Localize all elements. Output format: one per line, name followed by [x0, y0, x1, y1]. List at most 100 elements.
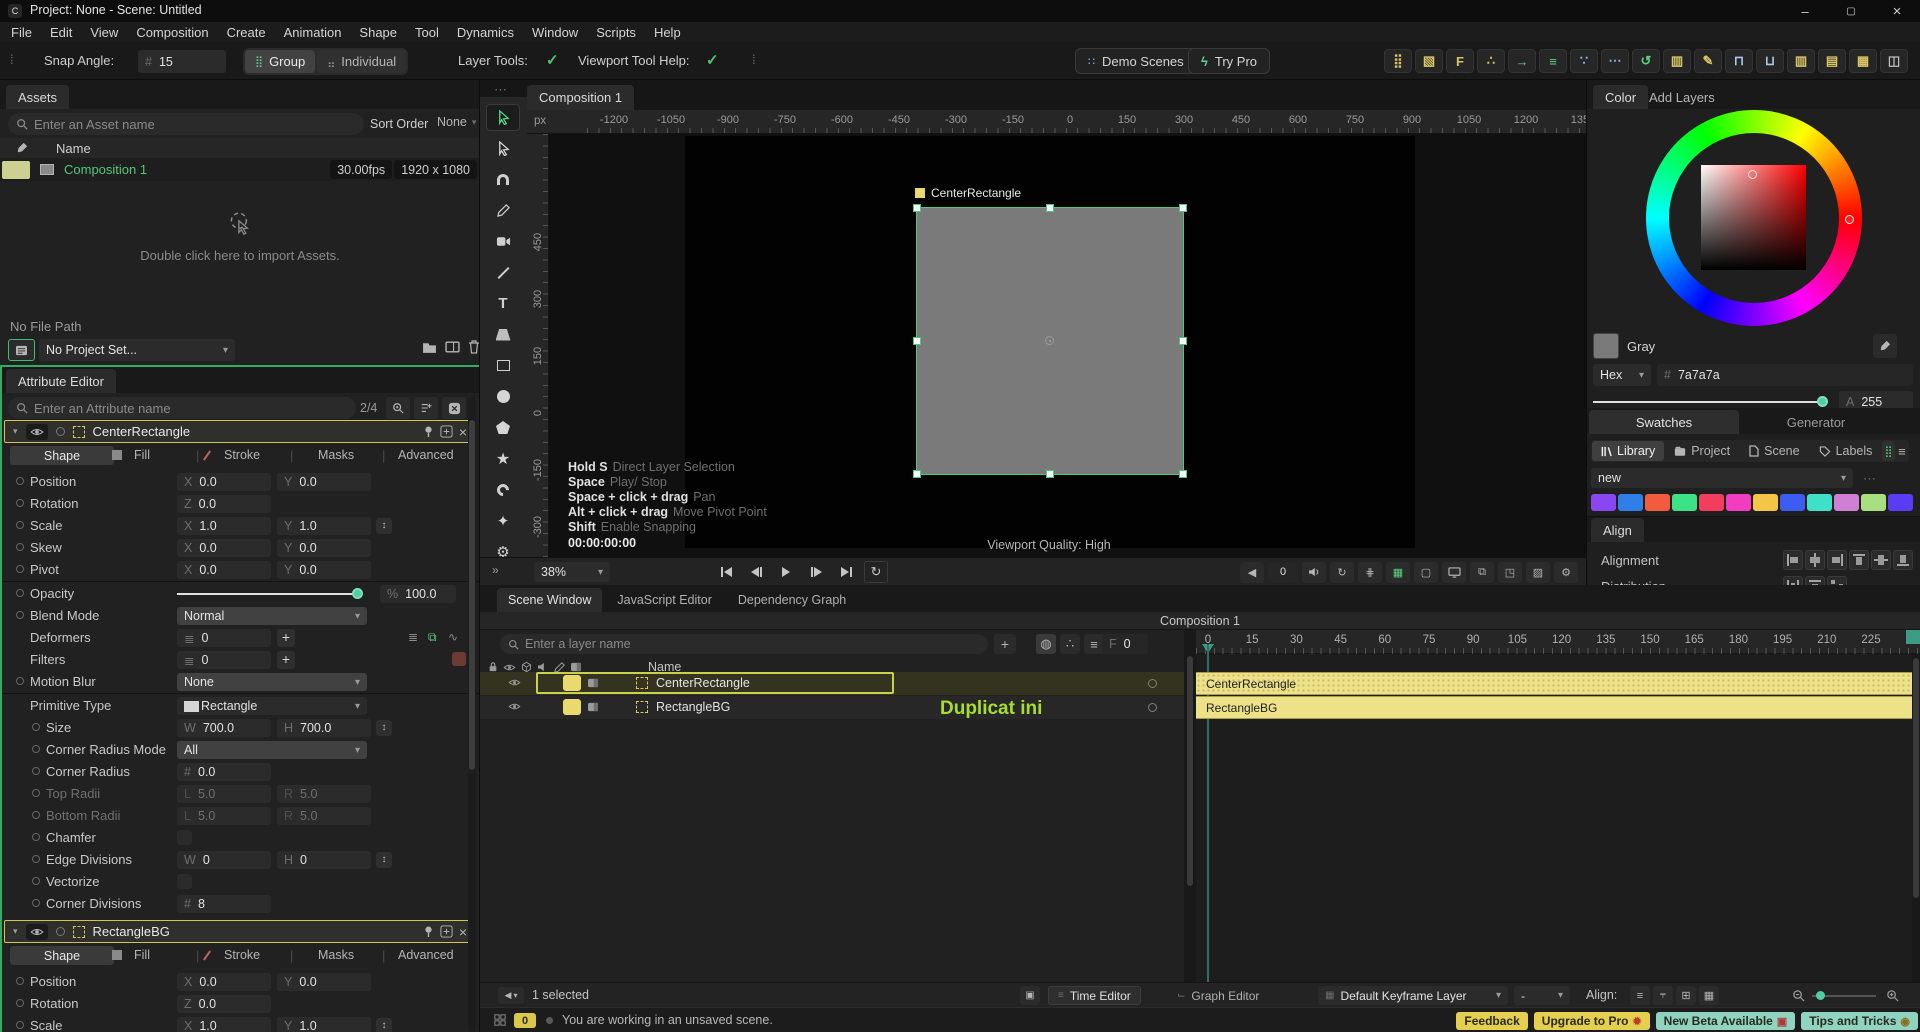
direct-select-tool[interactable] [486, 135, 520, 162]
color-mode-dropdown[interactable]: Hex▾ [1593, 364, 1651, 386]
demo-scenes-button[interactable]: ∷ Demo Scenes [1075, 48, 1197, 74]
grid-dots-icon[interactable]: ⣿ [1384, 49, 1412, 73]
text-tool[interactable]: T [486, 290, 520, 317]
deformers-add-button[interactable]: + [277, 629, 295, 647]
selection-handle[interactable] [1179, 337, 1187, 345]
export-icon[interactable]: ◳ [1498, 562, 1522, 583]
color-swatch-10[interactable] [1834, 494, 1859, 511]
asset-row-composition[interactable]: Composition 1 30.00fps 1920 x 1080 [0, 158, 480, 181]
go-to-end-button[interactable] [834, 561, 858, 583]
corner-radius-keyframe-dot[interactable] [32, 767, 40, 775]
fill-tab[interactable]: Fill [134, 948, 150, 962]
chevron-down-icon[interactable]: ▾ [13, 926, 18, 937]
align-top-button[interactable] [1849, 550, 1869, 570]
rectangle-tool[interactable] [486, 352, 520, 379]
layer-row-RectangleBG[interactable]: RectangleBG [480, 696, 1184, 719]
saturation-square[interactable] [1701, 165, 1806, 270]
keyframe-layer-dropdown[interactable]: ▦ Default Keyframe Layer ▾ [1318, 986, 1508, 1005]
corner-divisions-keyframe-dot[interactable] [32, 899, 40, 907]
ellipse-tool[interactable] [486, 383, 520, 410]
filters-count[interactable]: ≣0 [177, 651, 271, 669]
library-tab-project[interactable]: Project [1665, 441, 1739, 461]
eye-column-icon[interactable] [503, 663, 516, 672]
tips-and-tricks-button[interactable]: Tips and Tricks◉ [1801, 1012, 1918, 1030]
menu-item-view[interactable]: View [81, 25, 127, 40]
align-right-button[interactable] [1827, 550, 1847, 570]
highlight-icon[interactable]: ◍ [1036, 634, 1056, 654]
cube-icon[interactable]: ▧ [1415, 49, 1443, 73]
alpha-slider[interactable] [1593, 401, 1827, 403]
advanced-tab[interactable]: Advanced [398, 448, 454, 462]
feedback-button[interactable]: Feedback [1456, 1012, 1527, 1030]
timeline-bar-RectangleBG[interactable]: RectangleBG [1196, 696, 1920, 719]
close-button[interactable]: × [1874, 0, 1920, 22]
refresh-icon[interactable]: ↻ [1330, 562, 1354, 583]
masks-tab[interactable]: Masks [318, 948, 354, 962]
layer-visibility-icon[interactable] [508, 702, 521, 711]
zoom-out-icon[interactable] [1788, 986, 1808, 1005]
size-link-icon[interactable]: ↕ [376, 720, 392, 736]
edge-divisions-field-H[interactable]: H0 [277, 851, 371, 869]
color-swatch-4[interactable] [1672, 494, 1697, 511]
timeline-bar-CenterRectangle[interactable]: CenterRectangle [1196, 672, 1920, 695]
position-keyframe-dot[interactable] [16, 477, 24, 485]
pop-out-icon[interactable] [440, 425, 453, 438]
position-field-Y[interactable]: Y0.0 [277, 473, 371, 491]
loop-button[interactable]: ↻ [864, 561, 888, 583]
corner-radius-mode-keyframe-dot[interactable] [32, 745, 40, 753]
grid-view-icon[interactable]: ▦ [1849, 49, 1877, 73]
warning-count-badge[interactable]: 0 [514, 1013, 536, 1028]
hierarchy-icon[interactable]: ∵ [1570, 49, 1598, 73]
shape-tab[interactable]: Shape [10, 946, 114, 965]
previous-frame-button[interactable] [744, 561, 768, 583]
tab-align[interactable]: Align [1591, 518, 1644, 542]
opacity-slider[interactable] [177, 593, 359, 595]
layer-search-input[interactable]: Enter a layer name [500, 634, 988, 654]
composition-color-swatch[interactable] [2, 161, 30, 179]
hex-input[interactable]: # 7a7a7a [1657, 364, 1913, 386]
color-eyedropper-button[interactable] [1873, 334, 1897, 358]
clear-filter-icon[interactable] [442, 397, 466, 419]
opacity-value[interactable]: %100.0 [380, 585, 456, 603]
layer-visibility-icon[interactable] [508, 678, 521, 687]
align-center-h-button[interactable] [1805, 550, 1825, 570]
hue-handle[interactable] [1845, 215, 1854, 224]
add-layer-button[interactable]: + [994, 634, 1016, 654]
stroke-tab[interactable]: Stroke [224, 448, 260, 462]
filter-settings-icon[interactable]: ≡ [1084, 634, 1104, 654]
selection-handle[interactable] [1179, 470, 1187, 478]
tab-swatches[interactable]: Swatches [1589, 410, 1739, 434]
star-tool[interactable]: ★ [486, 445, 520, 472]
rotation-keyframe-dot[interactable] [16, 499, 24, 507]
solo-circle-icon[interactable] [56, 927, 65, 936]
shape-tab[interactable]: Shape [10, 446, 114, 465]
stack-align-icon[interactable]: ≡ [1539, 49, 1567, 73]
try-pro-button[interactable]: ϟ Try Pro [1188, 48, 1270, 74]
perspective-tool[interactable] [486, 321, 520, 348]
library-tab-library[interactable]: Library [1592, 441, 1664, 461]
color-swatch-3[interactable] [1645, 494, 1670, 511]
graph-editor-button[interactable]: ⌙ Graph Editor [1168, 986, 1268, 1005]
distribute-h-button[interactable] [1805, 576, 1825, 585]
layer-stack-icon[interactable]: ≣ [408, 630, 418, 644]
corner-radius-field-#[interactable]: #0.0 [177, 763, 271, 781]
library-tab-scene[interactable]: Scene [1740, 441, 1808, 461]
rotation-keyframe-dot[interactable] [16, 999, 24, 1007]
tab-color[interactable]: Color [1593, 85, 1648, 109]
frame-field-icon[interactable]: 0 [1268, 562, 1298, 583]
pop-out-icon[interactable] [440, 925, 453, 938]
background-icon[interactable]: ▢ [1414, 562, 1438, 583]
minimize-button[interactable]: – [1782, 0, 1828, 22]
skew-keyframe-dot[interactable] [16, 543, 24, 551]
snap-grid-icon[interactable]: ⊞ [1676, 986, 1696, 1005]
color-swatch-5[interactable] [1699, 494, 1724, 511]
align-bottom-icon[interactable]: ⊔ [1756, 49, 1784, 73]
scale-field-X[interactable]: X1.0 [177, 1017, 271, 1032]
advanced-tab[interactable]: Advanced [398, 948, 454, 962]
play-button[interactable] [774, 561, 798, 583]
pin-list-icon[interactable] [414, 397, 438, 419]
timeline-middle-scrollbar[interactable] [1184, 630, 1196, 982]
timeline-tab-scene-window[interactable]: Scene Window [497, 588, 602, 612]
opacity-keyframe-dot[interactable] [16, 589, 24, 597]
layer-clip-icon[interactable] [587, 702, 599, 712]
